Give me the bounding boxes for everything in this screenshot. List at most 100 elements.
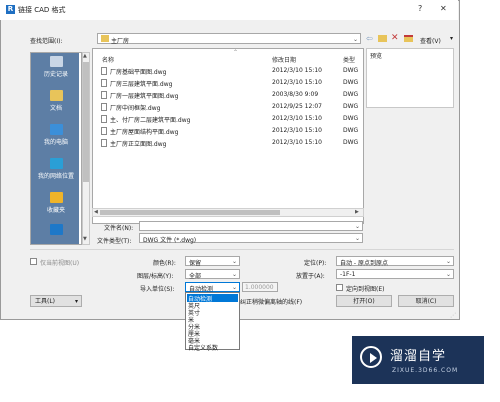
title-bar: R 链接 CAD 格式 ? ✕ (0, 0, 458, 20)
filename-input[interactable]: ⌄ (139, 221, 363, 231)
help-button[interactable]: ? (418, 4, 422, 13)
open-button-label: 打开(O) (353, 298, 375, 305)
file-name: 主、付厂房二层建筑平面.dwg (110, 117, 191, 124)
layers-label: 图层/标高(Y): (137, 273, 174, 280)
file-row[interactable]: 厂房基础平面图.dwg 2012/3/10 15:10 DWG (93, 65, 365, 77)
places-scroll-thumb[interactable] (83, 62, 89, 182)
file-row[interactable]: 主、付厂房二层建筑平面.dwg 2012/3/10 15:10 DWG (93, 113, 365, 125)
file-type: DWG (343, 91, 359, 98)
file-type: DWG (343, 79, 359, 86)
place-desktop[interactable] (31, 224, 81, 235)
place-documents[interactable]: 文档 (31, 90, 81, 112)
look-in-value: 主厂房 (111, 38, 130, 45)
watermark-banner: 溜溜自学 ZIXUE.3D66.COM (352, 336, 484, 384)
dwg-file-icon (101, 139, 107, 147)
place-history[interactable]: 历史记录 (31, 56, 81, 78)
watermark-title: 溜溜自学 (390, 349, 447, 364)
colors-value: 保留 (189, 260, 202, 267)
file-list: ⌃ 名称 修改日期 类型 厂房基础平面图.dwg 2012/3/10 15:10… (92, 48, 364, 224)
position-value: 自动 - 原点到原点 (340, 260, 388, 267)
history-icon (49, 56, 63, 67)
scroll-right-icon[interactable]: ▶ (355, 209, 359, 215)
colors-label: 颜色(R): (153, 260, 176, 267)
look-in-combobox[interactable]: 主厂房 ⌄ (97, 33, 361, 45)
file-name: 厂房中间框架.dwg (110, 105, 161, 112)
chevron-down-icon: ⌄ (231, 284, 237, 291)
preview-pane: 预览 (366, 48, 454, 108)
view-dropdown-arrow-icon[interactable]: ▾ (450, 35, 453, 42)
place-favorites[interactable]: 收藏夹 (31, 192, 81, 214)
place-documents-label: 文档 (49, 105, 62, 112)
dwg-file-icon (101, 67, 107, 75)
revit-app-icon: R (6, 5, 15, 14)
place-computer[interactable]: 我的电脑 (31, 124, 81, 146)
view-menu[interactable]: 查看(V) (420, 36, 441, 45)
file-date: 2003/8/30 9:09 (272, 91, 319, 98)
place-network[interactable]: 我的网络位置 (31, 158, 81, 180)
tools-button-label: 工具(L) (35, 298, 56, 305)
layers-combobox[interactable]: 全部 ⌄ (185, 269, 240, 280)
look-in-label: 查找范围(I): (30, 38, 63, 45)
file-name: 主厂房屋面结构平面.dwg (110, 129, 179, 136)
cancel-button[interactable]: 取消(C) (398, 295, 454, 307)
layers-value: 全部 (189, 273, 202, 280)
dwg-file-icon (101, 115, 107, 123)
colors-combobox[interactable]: 保留 ⌄ (185, 256, 240, 267)
chevron-down-icon: ⌄ (354, 223, 360, 230)
column-date[interactable]: 修改日期 (272, 55, 296, 64)
units-combobox[interactable]: 自动检测 ⌄ (185, 282, 240, 293)
units-label: 导入单位(S): (140, 286, 175, 293)
file-row[interactable]: 主厂房正立面图.dwg 2012/3/10 15:10 DWG (93, 137, 365, 149)
desktop-icon (49, 224, 63, 235)
file-row[interactable]: 厂房中间框架.dwg 2012/9/25 12:07 DWG (93, 101, 365, 113)
file-row[interactable]: 厂房一层建筑平面图.dwg 2003/8/30 9:09 DWG (93, 89, 365, 101)
file-date: 2012/3/10 15:10 (272, 139, 322, 146)
position-label: 定位(P): (304, 260, 327, 267)
scroll-up-icon[interactable]: ▲ (83, 53, 87, 59)
places-background (31, 53, 79, 244)
play-logo-icon (360, 346, 382, 368)
chevron-down-icon: ⌄ (231, 258, 237, 265)
scroll-down-icon[interactable]: ▼ (83, 236, 87, 242)
scale-input[interactable]: 1.000000 (242, 282, 278, 292)
favorites-icon (49, 192, 63, 203)
orient-to-view-checkbox[interactable] (336, 284, 343, 291)
cancel-button-label: 取消(C) (415, 298, 437, 305)
place-at-combobox[interactable]: -1F-1 ⌄ (336, 269, 454, 279)
units-option-custom[interactable]: 自定义系数 (188, 343, 218, 352)
tools-button[interactable]: 工具(L) ▾ (30, 295, 82, 307)
chevron-down-icon: ⌄ (354, 235, 360, 242)
file-row[interactable]: 主厂房屋面结构平面.dwg 2012/3/10 15:10 DWG (93, 125, 365, 137)
position-combobox[interactable]: 自动 - 原点到原点 ⌄ (336, 256, 454, 267)
file-date: 2012/3/10 15:10 (272, 79, 322, 86)
orient-to-view-label: 定向到视图(E) (346, 286, 385, 293)
divider (30, 249, 454, 250)
filetype-combobox[interactable]: DWG 文件 (*.dwg) ⌄ (139, 233, 363, 244)
up-folder-icon[interactable] (378, 35, 387, 42)
file-name: 厂房基础平面图.dwg (110, 69, 167, 76)
chevron-down-icon: ⌄ (445, 258, 451, 265)
new-folder-icon[interactable] (404, 35, 413, 42)
current-view-only-checkbox[interactable] (30, 258, 37, 265)
chevron-down-icon: ⌄ (445, 271, 451, 278)
back-icon[interactable]: ⇦ (366, 35, 375, 43)
chevron-down-icon: ⌄ (352, 36, 358, 43)
close-button[interactable]: ✕ (440, 4, 447, 13)
place-history-label: 历史记录 (43, 71, 68, 78)
resize-grip-icon[interactable]: ⋰ (450, 312, 456, 319)
correct-lines-label: 纠正稍微偏离轴的线(F) (240, 299, 303, 306)
open-button[interactable]: 打开(O) (336, 295, 392, 307)
scroll-left-icon[interactable]: ◀ (94, 209, 98, 215)
column-type[interactable]: 类型 (343, 55, 355, 64)
file-type: DWG (343, 139, 359, 146)
file-date: 2012/9/25 12:07 (272, 103, 322, 110)
file-date: 2012/3/10 15:10 (272, 115, 322, 122)
dropdown-arrow-icon: ▾ (74, 298, 78, 305)
file-name: 厂房一层建筑平面图.dwg (110, 93, 179, 100)
file-row[interactable]: 厂房三层建筑平面.dwg 2012/3/10 15:10 DWG (93, 77, 365, 89)
hscroll-thumb[interactable] (100, 210, 280, 215)
column-name[interactable]: 名称 (102, 55, 114, 64)
delete-icon[interactable]: ✕ (391, 33, 399, 43)
filetype-value: DWG 文件 (*.dwg) (143, 237, 197, 244)
file-date: 2012/3/10 15:10 (272, 67, 322, 74)
